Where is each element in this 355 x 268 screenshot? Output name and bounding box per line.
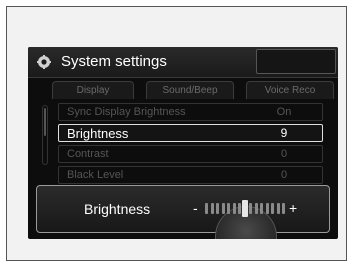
slider-thumb[interactable]	[242, 200, 248, 217]
slider-tick	[227, 203, 230, 214]
plus-icon: +	[289, 200, 298, 216]
gear-icon	[37, 55, 51, 69]
slider-tick	[238, 203, 241, 214]
setting-value: 0	[280, 169, 288, 181]
tab-voice-reco[interactable]: Voice Reco	[246, 81, 334, 99]
slider-tick	[232, 203, 236, 214]
scroll-thumb[interactable]	[44, 108, 46, 136]
setting-row-brightness[interactable]: Brightness 9	[58, 124, 323, 142]
slider-tick	[282, 203, 285, 214]
slider-tick	[265, 203, 269, 214]
settings-tabs: Display Sound/Beep Voice Reco	[46, 81, 336, 99]
setting-value: On	[276, 106, 292, 118]
setting-label: Black Level	[67, 169, 124, 181]
slider-tick	[249, 203, 252, 214]
setting-row-black-level[interactable]: Black Level 0	[58, 166, 323, 184]
slider-tick	[216, 203, 219, 214]
tab-label: Display	[76, 85, 110, 96]
slider-tick	[254, 203, 258, 214]
setting-label: Brightness	[67, 126, 129, 141]
slider-tick	[276, 203, 280, 214]
setting-value: 0	[280, 148, 288, 160]
slider-tick	[271, 203, 274, 214]
tab-label: Voice Reco	[264, 85, 316, 96]
system-settings-screen: System settings Display Sound/Beep Voice…	[28, 47, 338, 239]
setting-value: 9	[280, 126, 288, 140]
tab-display[interactable]: Display	[52, 81, 134, 99]
minus-icon: -	[193, 200, 198, 216]
slider-tick	[221, 203, 225, 214]
list-scrollbar[interactable]	[42, 105, 48, 165]
page-title: System settings	[61, 53, 167, 70]
title-bar-panel	[256, 49, 336, 74]
brightness-slider[interactable]: - +	[189, 198, 309, 222]
title-bar: System settings	[28, 47, 338, 78]
setting-row-contrast[interactable]: Contrast 0	[58, 145, 323, 163]
setting-label: Contrast	[67, 148, 109, 160]
tab-label: Sound/Beep	[162, 85, 218, 96]
brightness-adjuster-popup: Brightness - +	[36, 185, 330, 239]
tab-sound-beep[interactable]: Sound/Beep	[146, 81, 234, 99]
setting-label: Sync Display Brightness	[67, 106, 186, 118]
setting-row-sync-display-brightness[interactable]: Sync Display Brightness On	[58, 103, 323, 121]
slider-tick	[205, 203, 208, 214]
manual-figure-frame: System settings Display Sound/Beep Voice…	[6, 6, 347, 261]
adjuster-label: Brightness	[84, 201, 151, 217]
slider-tick	[260, 203, 263, 214]
slider-tick	[210, 203, 214, 214]
